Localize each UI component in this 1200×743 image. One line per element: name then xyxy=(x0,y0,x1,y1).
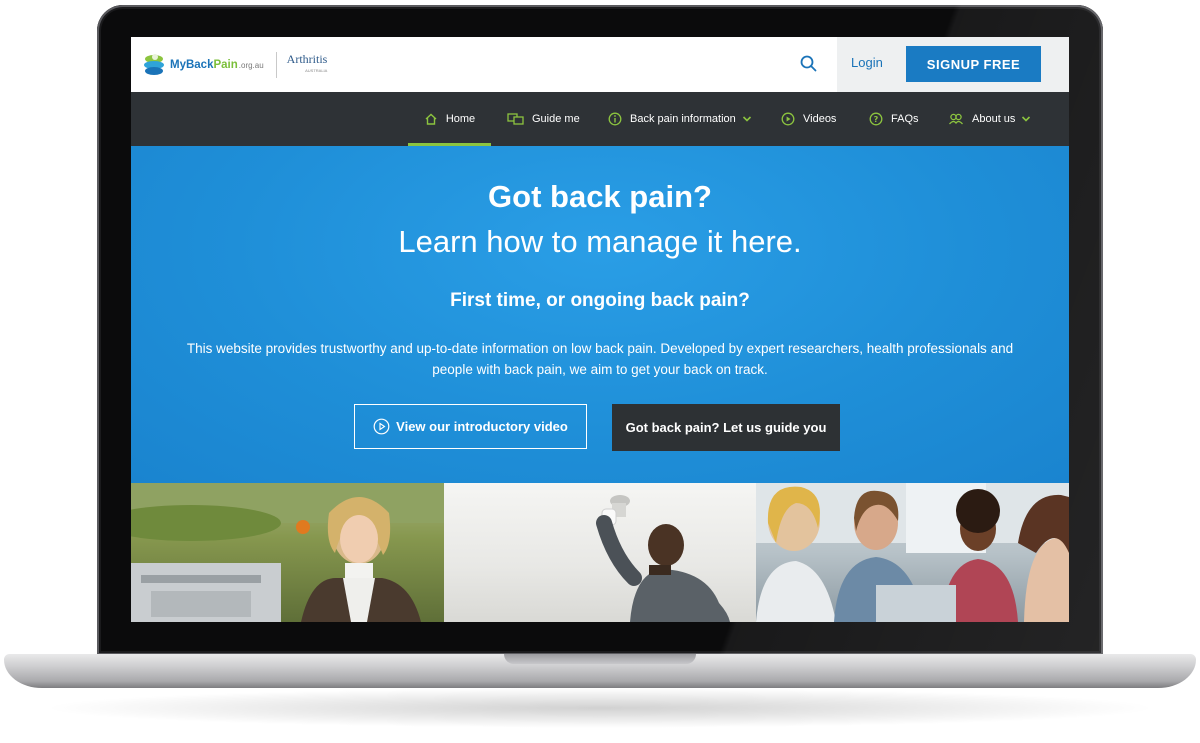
nav-label: Guide me xyxy=(532,113,580,125)
logo-domain: .org.au xyxy=(238,61,264,70)
nav-item-back-pain-information[interactable]: Back pain information xyxy=(608,92,752,146)
hero-heading: First time, or ongoing back pain? xyxy=(450,290,750,311)
nav-item-guide-me[interactable]: Guide me xyxy=(507,92,580,146)
site-logo[interactable]: MyBackPain.org.au Arthritis AUSTRALIA xyxy=(143,49,327,81)
logo-name: MyBack xyxy=(170,59,214,71)
chevron-down-icon xyxy=(742,116,751,122)
partner-logo-small: AUSTRALIA xyxy=(305,68,328,73)
chevron-down-icon xyxy=(1022,116,1031,122)
guide-me-button[interactable]: Got back pain? Let us guide you xyxy=(612,404,840,451)
nav-item-faqs[interactable]: ? FAQs xyxy=(869,92,919,146)
search-button[interactable] xyxy=(799,54,819,74)
partner-logo-text: Arthritis xyxy=(286,52,328,66)
guide-icon xyxy=(507,113,524,125)
hero-banner: Got back pain? Learn how to manage it he… xyxy=(131,146,1069,483)
home-icon xyxy=(425,113,437,125)
signup-button[interactable]: SIGNUP FREE xyxy=(906,46,1041,82)
search-icon xyxy=(800,55,817,72)
browser-screen: MyBackPain.org.au Arthritis AUSTRALIA Lo… xyxy=(131,37,1069,622)
people-icon xyxy=(949,113,963,125)
main-nav: Home Guide me Back pain information Vide… xyxy=(131,92,1069,146)
logo-mark-icon xyxy=(143,52,165,78)
hero-description: This website provides trustworthy and up… xyxy=(186,341,1014,377)
site-header: MyBackPain.org.au Arthritis AUSTRALIA Lo… xyxy=(131,37,1069,92)
hero-title: Got back pain? xyxy=(488,179,712,214)
logo-text: MyBackPain.org.au xyxy=(170,59,264,71)
intro-video-label: View our introductory video xyxy=(396,419,568,434)
nav-item-home[interactable]: Home xyxy=(408,92,491,146)
nav-item-videos[interactable]: Videos xyxy=(781,92,836,146)
photo-man-painting-ceiling xyxy=(444,483,756,622)
info-icon xyxy=(608,112,622,126)
question-icon: ? xyxy=(869,112,883,126)
hero-subtitle: Learn how to manage it here. xyxy=(398,224,802,259)
nav-label: Videos xyxy=(803,113,837,125)
partner-logo[interactable]: Arthritis AUSTRALIA xyxy=(287,53,328,77)
logo-name-accent: Pain xyxy=(213,59,238,71)
nav-item-about-us[interactable]: About us xyxy=(948,92,1031,146)
photo-group-meeting xyxy=(756,483,1069,622)
nav-label: FAQs xyxy=(891,113,919,125)
account-area: Login SIGNUP FREE xyxy=(837,37,1069,92)
laptop-notch xyxy=(504,654,696,664)
photo-woman-farm xyxy=(131,483,444,622)
intro-video-button[interactable]: View our introductory video xyxy=(354,404,587,449)
svg-text:?: ? xyxy=(874,115,879,124)
nav-label: About us xyxy=(972,113,1016,125)
play-circle-icon xyxy=(373,418,390,435)
nav-label: Home xyxy=(445,113,476,125)
logo-divider xyxy=(275,52,277,78)
laptop-shadow xyxy=(40,688,1160,728)
nav-label: Back pain information xyxy=(630,113,736,125)
play-icon xyxy=(781,112,795,126)
login-link[interactable]: Login xyxy=(851,55,883,70)
